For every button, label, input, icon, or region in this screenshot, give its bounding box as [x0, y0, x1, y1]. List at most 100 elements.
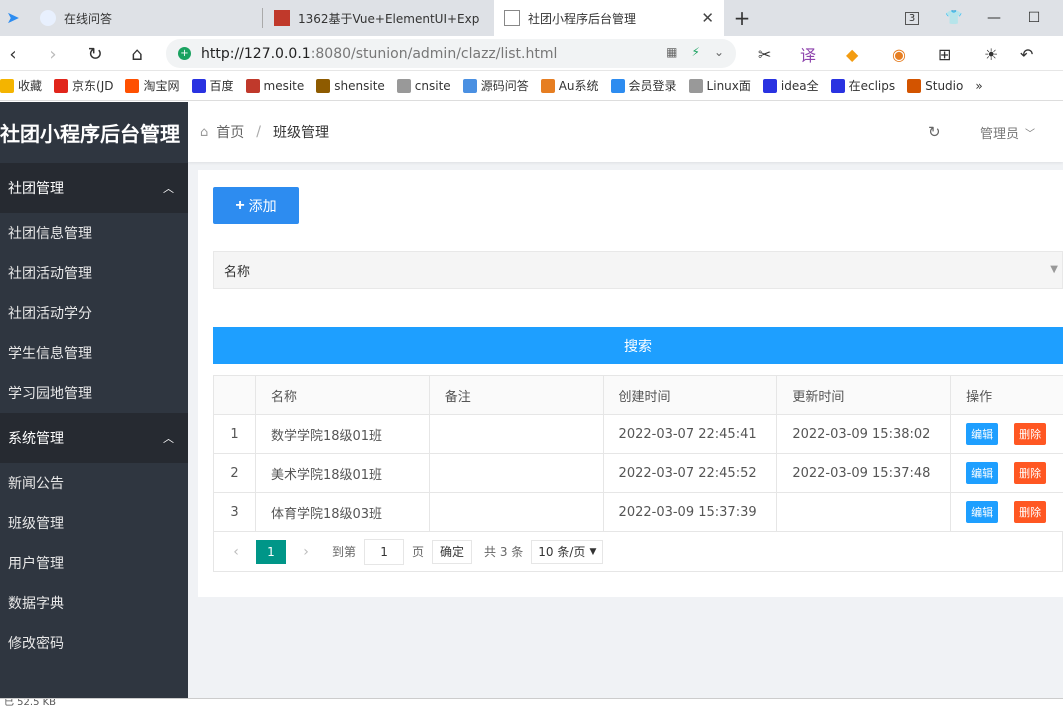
bookmark-item[interactable]: Studio: [907, 78, 963, 93]
tab-counter-icon[interactable]: 3: [898, 4, 926, 32]
prev-page-icon[interactable]: ‹: [224, 544, 248, 560]
bookmark-item[interactable]: 淘宝网: [125, 77, 180, 94]
goto-confirm-button[interactable]: 确定: [432, 539, 473, 564]
delete-button[interactable]: 删除: [1014, 462, 1047, 484]
brightness-icon[interactable]: ☀: [984, 43, 998, 65]
sidebar-item-study-garden[interactable]: 学习园地管理: [0, 373, 188, 413]
address-bar[interactable]: + http://127.0.0.1:8080/stunion/admin/cl…: [166, 39, 736, 68]
shield-icon[interactable]: ◆: [846, 43, 858, 65]
pagination: ‹ 1 › 到第 1 页 确定 共 3 条 10 条/页 ▼: [213, 532, 1063, 572]
plus-icon: +: [235, 196, 245, 214]
table-row: 2 美术学院18级01班 2022-03-07 22:45:52 2022-03…: [214, 454, 1063, 493]
edit-button[interactable]: 编辑: [966, 501, 999, 523]
column-header-updated: 更新时间: [777, 376, 952, 414]
column-header-name: 名称: [256, 376, 430, 414]
sidebar-item-student-info[interactable]: 学生信息管理: [0, 333, 188, 373]
bookmark-icon: [688, 78, 703, 93]
sidebar-item-club-activity[interactable]: 社团活动管理: [0, 253, 188, 293]
sidebar-item-password[interactable]: 修改密码: [0, 623, 188, 663]
sidebar-item-users[interactable]: 用户管理: [0, 543, 188, 583]
bookmark-item[interactable]: cnsite: [396, 78, 451, 93]
add-button[interactable]: + 添加: [213, 187, 299, 224]
new-tab-button[interactable]: +: [728, 4, 756, 32]
browser-tab-2[interactable]: 1362基于Vue+ElementUI+Exp: [264, 0, 492, 36]
shirt-icon[interactable]: 👕: [940, 4, 968, 32]
browser-tab-active[interactable]: 社团小程序后台管理 ✕: [494, 0, 724, 36]
goto-page-input[interactable]: 1: [364, 538, 405, 565]
bookmark-icon: [396, 78, 411, 93]
home-icon[interactable]: ⌂: [124, 41, 150, 67]
bookmark-icon: [762, 78, 777, 93]
tab-title: 社团小程序后台管理: [528, 11, 637, 26]
breadcrumb-home[interactable]: 首页: [216, 122, 244, 142]
sidebar-item-news[interactable]: 新闻公告: [0, 463, 188, 503]
bookmark-item[interactable]: mesite: [245, 78, 304, 93]
column-header-actions: 操作: [966, 389, 993, 405]
table-row: 3 体育学院18级03班 2022-03-09 15:37:39 编辑 删除: [214, 493, 1063, 532]
lightning-icon[interactable]: ⚡: [692, 45, 700, 59]
bookmarks-more-icon[interactable]: »: [975, 79, 982, 93]
sidebar-item-dictionary[interactable]: 数据字典: [0, 583, 188, 623]
class-table: 名称 备注 创建时间 更新时间 操作 1 数学学院18级01班 2022-03-…: [213, 375, 1063, 532]
chevron-down-icon: ▼: [1050, 264, 1058, 275]
bookmark-icon: [191, 78, 206, 93]
game-icon[interactable]: ◉: [892, 43, 906, 65]
browser-toolbar: ‹ › ↻ ⌂ + http://127.0.0.1:8080/stunion/…: [0, 36, 1063, 71]
scissors-icon[interactable]: ✂: [758, 43, 771, 65]
edit-button[interactable]: 编辑: [966, 423, 999, 445]
bookmark-item[interactable]: Linux面: [688, 77, 751, 94]
close-tab-icon[interactable]: ✕: [701, 9, 714, 27]
bookmark-item[interactable]: 在eclips: [830, 77, 895, 94]
sidebar-item-class[interactable]: 班级管理: [0, 503, 188, 543]
delete-button[interactable]: 删除: [1014, 501, 1047, 523]
secure-icon: +: [178, 47, 191, 60]
browser-tab-1[interactable]: 在线问答: [30, 0, 260, 36]
bookmark-item[interactable]: 源码问答: [462, 77, 529, 94]
bookmark-item[interactable]: idea全: [762, 77, 819, 94]
forward-icon[interactable]: ›: [40, 41, 66, 67]
next-page-icon[interactable]: ›: [294, 544, 318, 560]
bookmark-item[interactable]: Au系统: [540, 77, 599, 94]
delete-button[interactable]: 删除: [1014, 423, 1047, 445]
edit-button[interactable]: 编辑: [966, 462, 999, 484]
goto-label: 到第: [332, 545, 357, 559]
undo-icon[interactable]: ↶: [1020, 43, 1033, 65]
tab-favicon-icon: [504, 10, 520, 26]
chevron-down-icon: ▼: [589, 546, 597, 557]
grid-icon[interactable]: ⊞: [938, 43, 951, 65]
bookmark-icon: [830, 78, 845, 93]
bookmark-item[interactable]: 收藏: [0, 77, 42, 94]
bookmark-item[interactable]: 会员登录: [610, 77, 677, 94]
main-content: ⌂ 首页 / 班级管理 ↻ 管理员 ﹀ + 添加 名称 ▼ 搜索 名称 备注 创…: [188, 102, 1063, 698]
refresh-icon[interactable]: ↻: [928, 123, 941, 141]
bookmark-item[interactable]: 京东(JD: [54, 77, 113, 94]
column-header-created: 创建时间: [604, 376, 778, 414]
bookmark-icon: [316, 78, 331, 93]
sidebar-item-club-info[interactable]: 社团信息管理: [0, 213, 188, 253]
sidebar-group-system[interactable]: 系统管理 ︿: [0, 413, 188, 463]
bookmark-icon: [610, 78, 625, 93]
user-menu[interactable]: 管理员 ﹀: [980, 123, 1035, 142]
reload-icon[interactable]: ↻: [82, 41, 108, 67]
sidebar-group-club[interactable]: 社团管理 ︿: [0, 163, 188, 213]
tab-favicon-icon: [40, 10, 56, 26]
bookmark-item[interactable]: shensite: [316, 78, 385, 93]
search-button[interactable]: 搜索: [213, 327, 1063, 364]
page-current[interactable]: 1: [256, 539, 286, 564]
chevron-up-icon: ︿: [163, 182, 174, 195]
name-filter-field[interactable]: 名称 ▼: [213, 251, 1063, 289]
page-size-select[interactable]: 10 条/页 ▼: [531, 539, 604, 564]
bookmark-item[interactable]: 百度: [191, 77, 234, 94]
app-brand: 社团小程序后台管理: [0, 122, 180, 146]
browser-logo-icon[interactable]: ➤: [0, 4, 26, 30]
sidebar-item-activity-credit[interactable]: 社团活动学分: [0, 293, 188, 333]
minimize-icon[interactable]: —: [980, 4, 1008, 32]
translate-icon[interactable]: 译: [800, 43, 816, 65]
bookmark-icon: [54, 78, 69, 93]
back-icon[interactable]: ‹: [0, 41, 26, 67]
column-header-remark: 备注: [430, 376, 604, 414]
qr-icon[interactable]: ▦: [666, 45, 677, 59]
chevron-down-icon[interactable]: ⌄: [714, 45, 724, 59]
maximize-icon[interactable]: ☐: [1020, 4, 1048, 32]
browser-tab-strip: ➤ 在线问答 1362基于Vue+ElementUI+Exp 社团小程序后台管理…: [0, 0, 1063, 36]
